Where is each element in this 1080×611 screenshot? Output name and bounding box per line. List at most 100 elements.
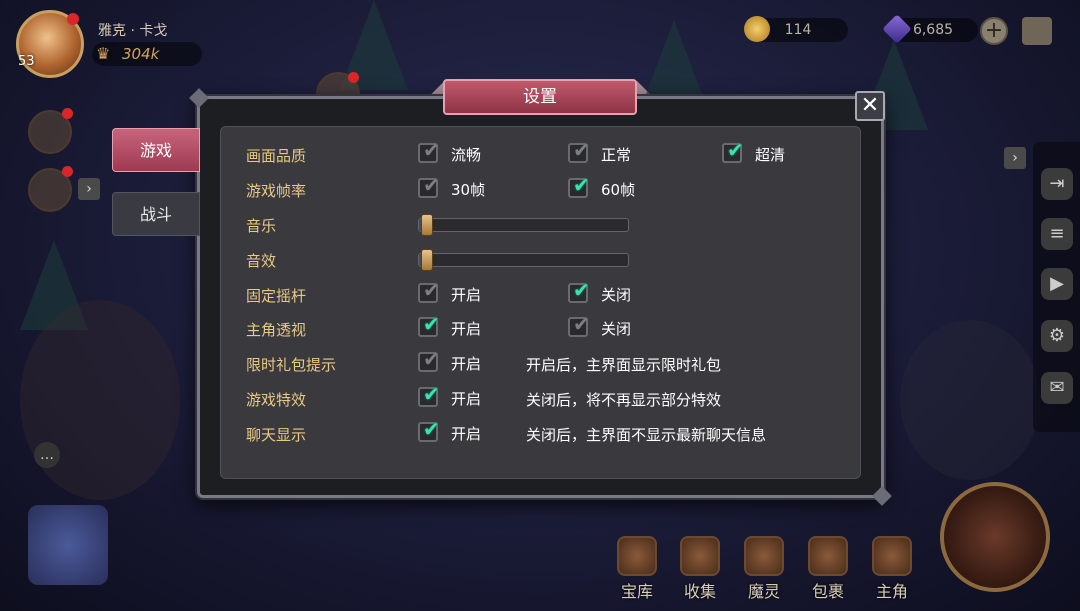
effects-note: 关闭后，将不再显示部分特效	[526, 391, 722, 409]
option-label: 流畅	[451, 146, 482, 164]
checkbox[interactable]: ✔	[418, 417, 440, 442]
player-name: 雅克 · 卡戈	[98, 23, 168, 39]
video-icon[interactable]: ▶	[1041, 268, 1073, 300]
nav-bag[interactable]: 包裹	[800, 536, 856, 606]
giftpack-label: 限时礼包提示	[246, 356, 337, 374]
checkbox[interactable]: ✔	[568, 278, 590, 303]
nav-label: 魔灵	[747, 582, 780, 601]
giftpack-note: 开启后，主界面显示限时礼包	[526, 356, 722, 374]
checkbox[interactable]: ✔	[418, 278, 440, 303]
nav-treasury[interactable]: 宝库	[609, 536, 665, 606]
slider-handle[interactable]	[421, 249, 434, 271]
check-icon: ✔	[727, 138, 744, 162]
option-label: 超清	[755, 146, 786, 164]
checkbox[interactable]: ✔	[568, 312, 590, 337]
joystick-label: 固定摇杆	[246, 287, 307, 305]
exit-icon[interactable]: ⇥	[1041, 168, 1073, 200]
hero-icon	[872, 536, 912, 576]
nav-label: 宝库	[620, 582, 653, 601]
quality-label: 画面品质	[246, 147, 307, 165]
check-icon: ✔	[423, 312, 440, 336]
collapse-arrow-icon[interactable]: ›	[1004, 147, 1026, 169]
check-icon: ✔	[573, 173, 590, 197]
bag-icon	[808, 536, 848, 576]
option-label: 60帧	[601, 181, 636, 199]
right-menu: ⇥ ≡ ▶ ⚙ ✉	[1033, 142, 1080, 432]
gem-value: 6,685	[912, 22, 954, 38]
nav-label: 主角	[875, 582, 908, 601]
gold-counter: 114	[744, 16, 848, 42]
option-label: 开启	[451, 425, 482, 443]
checkbox[interactable]: ✔	[568, 138, 590, 163]
chat-note: 关闭后，主界面不显示最新聊天信息	[526, 426, 767, 444]
nav-spirit[interactable]: 魔灵	[736, 536, 792, 606]
treasury-icon	[617, 536, 657, 576]
power-value: 304k	[122, 45, 160, 63]
option-label: 关闭	[601, 320, 632, 338]
checkbox[interactable]: ✔	[722, 138, 744, 163]
nav-label: 收集	[683, 582, 716, 601]
check-icon: ✔	[423, 173, 440, 197]
sfx-label: 音效	[246, 252, 277, 270]
option-label: 开启	[451, 286, 482, 304]
spirit-icon	[744, 536, 784, 576]
framerate-label: 游戏帧率	[246, 182, 307, 200]
compass-icon[interactable]	[940, 482, 1050, 592]
check-icon: ✔	[573, 138, 590, 162]
option-label: 30帧	[451, 181, 486, 199]
add-gems-button[interactable]: +	[980, 17, 1008, 45]
close-button[interactable]: ✕	[855, 91, 885, 121]
check-icon: ✔	[423, 278, 440, 302]
player-level: 53	[18, 54, 35, 69]
bg-rock	[900, 320, 1040, 480]
chat-icon[interactable]: …	[34, 442, 60, 468]
checkbox[interactable]: ✔	[568, 173, 590, 198]
notification-dot	[62, 166, 73, 177]
bg-rock	[20, 300, 180, 500]
gold-value: 114	[784, 22, 812, 38]
effects-label: 游戏特效	[246, 391, 307, 409]
sfx-slider[interactable]	[418, 249, 629, 271]
check-icon: ✔	[423, 347, 440, 371]
treasure-chest-icon[interactable]	[28, 505, 108, 585]
crown-icon: ♛	[96, 44, 111, 63]
checkbox[interactable]: ✔	[418, 382, 440, 407]
check-icon: ✔	[573, 278, 590, 302]
nav-hero[interactable]: 主角	[864, 536, 920, 606]
check-icon: ✔	[423, 417, 440, 441]
check-icon: ✔	[423, 138, 440, 162]
player-panel[interactable]: 53 雅克 · 卡戈 ♛ 304k	[8, 6, 218, 78]
message-icon[interactable]	[1022, 17, 1052, 45]
music-slider[interactable]	[418, 214, 629, 236]
tab-game[interactable]: 游戏	[112, 128, 200, 172]
power-display: ♛ 304k	[92, 42, 202, 66]
option-label: 开启	[451, 355, 482, 373]
settings-gear-icon[interactable]: ⚙	[1041, 320, 1073, 352]
option-label: 开启	[451, 390, 482, 408]
notification-dot	[348, 72, 359, 83]
mail-icon[interactable]: ✉	[1041, 372, 1073, 404]
option-label: 正常	[601, 146, 632, 164]
music-label: 音乐	[246, 217, 277, 235]
notification-dot	[67, 13, 79, 25]
notification-dot	[62, 108, 73, 119]
checkbox[interactable]: ✔	[418, 347, 440, 372]
check-icon: ✔	[423, 382, 440, 406]
guild-icon[interactable]: ≡	[1041, 218, 1073, 250]
nav-label: 包裹	[811, 582, 844, 601]
option-label: 开启	[451, 320, 482, 338]
checkbox[interactable]: ✔	[418, 138, 440, 163]
slider-handle[interactable]	[421, 214, 434, 236]
checkbox[interactable]: ✔	[418, 312, 440, 337]
dialog-title: 设置	[443, 79, 637, 115]
chat-label: 聊天显示	[246, 426, 307, 444]
check-icon: ✔	[573, 312, 590, 336]
checkbox[interactable]: ✔	[418, 173, 440, 198]
collect-icon	[680, 536, 720, 576]
perspective-label: 主角透视	[246, 321, 307, 339]
tab-battle[interactable]: 战斗	[112, 192, 200, 236]
option-label: 关闭	[601, 286, 632, 304]
expand-arrow-icon[interactable]: ›	[78, 178, 100, 200]
gem-counter: 6,685	[882, 14, 978, 44]
nav-collect[interactable]: 收集	[672, 536, 728, 606]
